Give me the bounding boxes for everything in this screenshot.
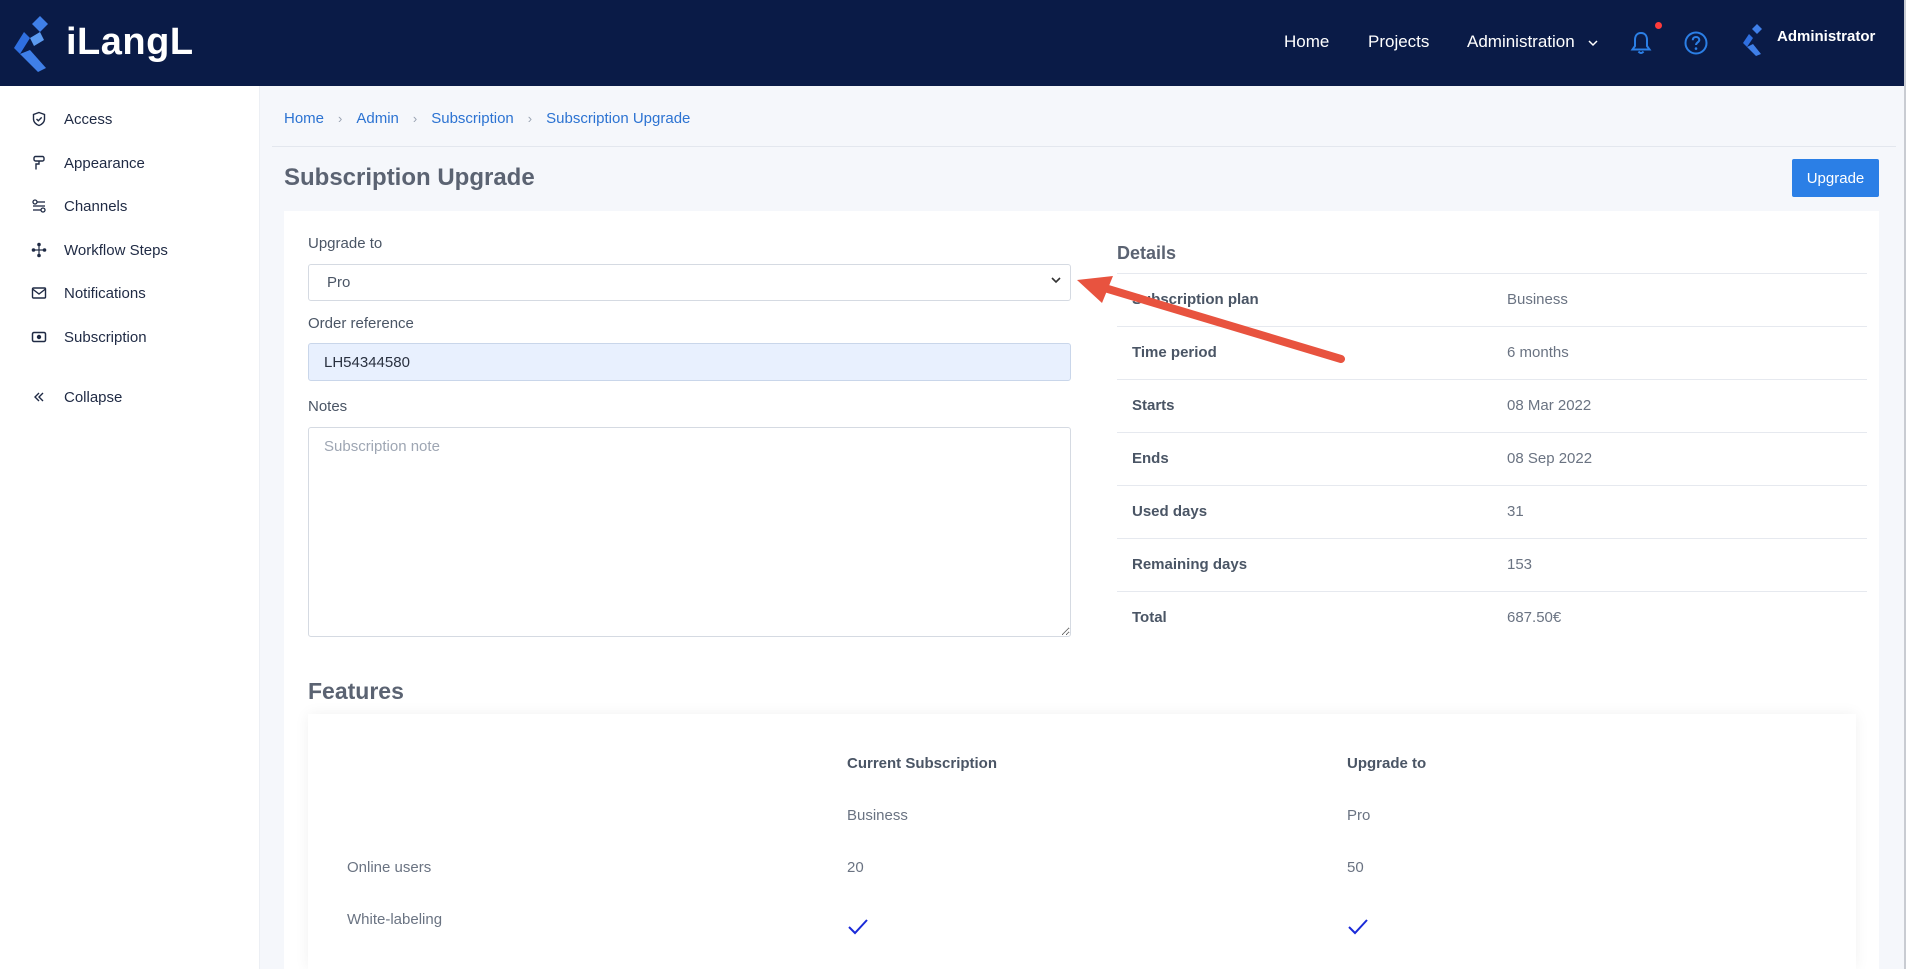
divider <box>272 146 1896 147</box>
feature-upgrade-value: 50 <box>1347 859 1364 876</box>
breadcrumb-subscription[interactable]: Subscription <box>431 110 514 127</box>
sidebar-collapse[interactable]: Collapse <box>30 384 122 410</box>
features-title: Features <box>308 678 404 704</box>
notes-label: Notes <box>308 398 348 415</box>
upgrade-button[interactable]: Upgrade <box>1792 159 1879 197</box>
workflow-icon <box>30 241 48 259</box>
sidebar: Access Appearance Channels Workflow Step… <box>0 86 260 969</box>
notification-badge <box>1655 22 1662 29</box>
sidebar-item-label: Channels <box>64 197 128 215</box>
breadcrumb-admin[interactable]: Admin <box>356 110 399 127</box>
upgrade-to-label: Upgrade to <box>308 235 383 252</box>
sidebar-item-notifications[interactable]: Notifications <box>30 280 146 306</box>
sidebar-item-access[interactable]: Access <box>30 106 112 132</box>
user-menu[interactable]: Administrator <box>1741 22 1875 56</box>
breadcrumb-subscription-upgrade[interactable]: Subscription Upgrade <box>546 110 690 127</box>
paint-roller-icon <box>30 154 48 172</box>
sidebar-item-workflow-steps[interactable]: Workflow Steps <box>30 237 168 263</box>
nav-projects[interactable]: Projects <box>1368 32 1429 52</box>
details-row: Total 687.50€ <box>1117 591 1867 644</box>
breadcrumb-home[interactable]: Home <box>284 110 324 127</box>
details-value: 6 months <box>1507 344 1569 361</box>
sidebar-item-subscription[interactable]: Subscription <box>30 324 147 350</box>
details-key: Total <box>1132 609 1167 626</box>
feature-name: White-labeling <box>347 911 443 928</box>
details-value: Business <box>1507 291 1568 308</box>
details-row: Starts 08 Mar 2022 <box>1117 379 1867 432</box>
details-key: Remaining days <box>1132 556 1248 573</box>
sidebar-item-channels[interactable]: Channels <box>30 193 127 219</box>
user-name: Administrator <box>1777 27 1876 45</box>
order-reference-label: Order reference <box>308 315 414 332</box>
upgrade-plan-name: Pro <box>1347 807 1371 824</box>
breadcrumb: Home › Admin › Subscription › Subscripti… <box>284 110 690 127</box>
details-key: Used days <box>1132 503 1208 520</box>
details-value: 153 <box>1507 556 1533 573</box>
brand-name: iLangL <box>66 20 194 63</box>
feature-current-value: 20 <box>847 859 864 876</box>
features-column-header: Upgrade to <box>1347 755 1427 772</box>
upgrade-to-select[interactable]: Pro <box>308 264 1071 301</box>
details-value: 31 <box>1507 503 1524 520</box>
avatar <box>1743 24 1762 56</box>
bell-icon[interactable] <box>1628 30 1654 56</box>
channels-icon <box>30 197 48 215</box>
checkmark-icon <box>1348 919 1368 935</box>
collapse-label: Collapse <box>64 388 123 406</box>
details-row: Subscription plan Business <box>1117 273 1867 326</box>
checkmark-icon <box>848 919 868 935</box>
nav-administration[interactable]: Administration <box>1467 32 1599 52</box>
details-row: Remaining days 153 <box>1117 538 1867 591</box>
shield-icon <box>30 110 48 128</box>
chevron-down-icon <box>1588 39 1598 46</box>
current-plan-name: Business <box>847 807 908 824</box>
details-key: Starts <box>1132 397 1175 414</box>
features-column-header: Current Subscription <box>847 755 998 772</box>
breadcrumb-separator-icon: › <box>412 111 418 126</box>
nav-administration-label: Administration <box>1467 32 1575 51</box>
details-row: Ends 08 Sep 2022 <box>1117 432 1867 485</box>
feature-name: Online users <box>347 859 432 876</box>
notes-textarea[interactable] <box>308 427 1071 637</box>
details-title: Details <box>1117 243 1177 263</box>
breadcrumb-separator-icon: › <box>338 111 343 126</box>
top-navbar: iLangL Home Projects Administration Admi… <box>0 0 1906 86</box>
subscription-icon <box>30 328 48 346</box>
double-chevron-left-icon <box>30 388 48 406</box>
upgrade-to-selected-value: Pro <box>327 274 351 291</box>
mail-icon <box>30 284 48 302</box>
logo[interactable]: iLangL <box>10 10 194 74</box>
details-value: 08 Sep 2022 <box>1507 450 1593 467</box>
sidebar-item-label: Appearance <box>64 154 145 172</box>
order-reference-input[interactable] <box>308 343 1071 381</box>
sidebar-item-appearance[interactable]: Appearance <box>30 150 145 176</box>
chevron-down-icon <box>1051 277 1061 284</box>
nav-home[interactable]: Home <box>1284 32 1329 52</box>
details-value: 687.50€ <box>1507 609 1562 626</box>
details-row: Used days 31 <box>1117 485 1867 538</box>
breadcrumb-separator-icon: › <box>527 111 533 126</box>
sidebar-item-label: Subscription <box>64 328 147 346</box>
features-table <box>308 714 1856 969</box>
details-key: Ends <box>1132 450 1169 467</box>
page-title: Subscription Upgrade <box>284 164 535 191</box>
help-icon[interactable] <box>1683 30 1709 56</box>
details-row: Time period 6 months <box>1117 326 1867 379</box>
details-key: Time period <box>1132 344 1217 361</box>
sidebar-item-label: Notifications <box>64 284 146 302</box>
logo-mark-icon <box>14 16 48 72</box>
sidebar-item-label: Workflow Steps <box>64 241 168 259</box>
details-key: Subscription plan <box>1132 291 1259 308</box>
details-value: 08 Mar 2022 <box>1507 397 1592 414</box>
sidebar-item-label: Access <box>64 110 113 128</box>
